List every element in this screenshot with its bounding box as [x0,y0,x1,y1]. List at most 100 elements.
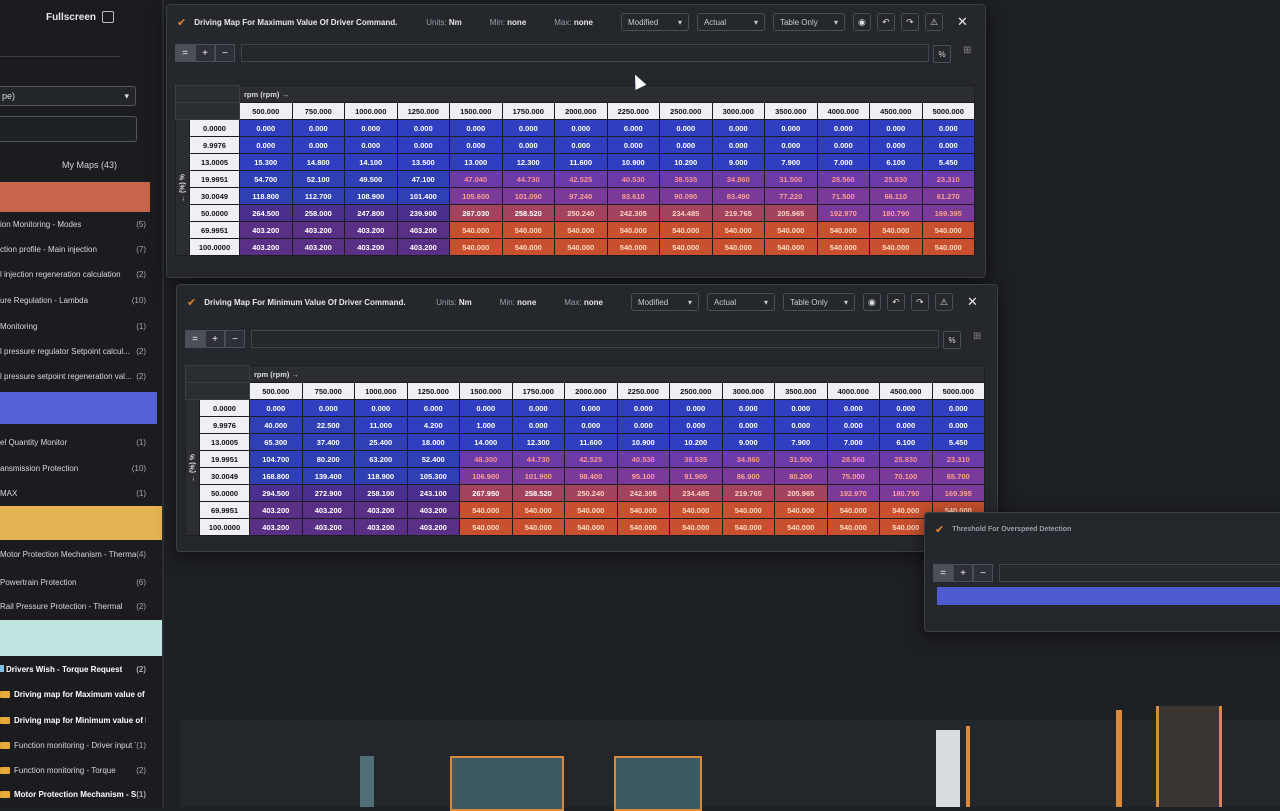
map-cell[interactable]: 250.240 [554,204,608,222]
map-cell[interactable]: 104.700 [249,450,303,468]
map-cell[interactable]: 540.000 [764,238,818,256]
map-cell[interactable]: 106.900 [459,467,513,485]
map-cell[interactable]: 7.000 [816,153,870,171]
equals-button[interactable]: = [933,564,953,582]
map-cell[interactable]: 0.000 [449,119,503,137]
map-cell[interactable]: 0.000 [921,119,975,137]
map-cell[interactable]: 540.000 [721,501,775,519]
map-cell[interactable]: 540.000 [711,238,765,256]
map-cell[interactable]: 63.200 [354,450,408,468]
map-cell[interactable]: 0.000 [344,119,398,137]
x-axis-header[interactable]: 500.000 [239,102,293,120]
sidebar-item[interactable]: ction profile - Main injection (7) [0,241,150,257]
map-cell[interactable]: 205.965 [764,204,818,222]
sidebar-item[interactable]: Powertrain Protection (6) [0,574,150,590]
map-cell[interactable]: 0.000 [249,399,303,417]
map-cell[interactable]: 0.000 [344,136,398,154]
grid-icon[interactable]: ⊞ [973,331,981,342]
map-cell[interactable]: 0.000 [301,399,355,417]
map-cell[interactable]: 0.000 [459,399,513,417]
map-cell[interactable]: 540.000 [449,238,503,256]
map-cell[interactable]: 44.730 [511,450,565,468]
map-cell[interactable]: 18.000 [406,433,460,451]
map-cell[interactable]: 258.000 [291,204,345,222]
map-cell[interactable]: 10.200 [669,433,723,451]
map-cell[interactable]: 118.800 [239,187,293,205]
formula-input[interactable] [999,564,1280,582]
plus-button[interactable]: + [953,564,973,582]
x-axis-header[interactable]: 4500.000 [879,382,933,400]
map-cell[interactable]: 112.700 [291,187,345,205]
map-cell[interactable]: 0.000 [659,119,713,137]
x-axis-header[interactable]: 2500.000 [669,382,723,400]
sidebar-item[interactable]: MAX (1) [0,485,150,501]
y-axis-header[interactable]: 50.0000 [189,204,240,222]
grid-icon[interactable]: ⊞ [963,45,971,56]
y-axis-header[interactable]: 69.9951 [189,221,240,239]
map-cell[interactable]: 540.000 [764,221,818,239]
map-cell[interactable]: 540.000 [616,501,670,519]
map-cell[interactable]: 10.900 [606,153,660,171]
map-cell[interactable]: 0.000 [406,399,460,417]
map-cell[interactable]: 540.000 [774,518,828,536]
map-cell[interactable]: 0.000 [554,136,608,154]
map-cell[interactable]: 540.000 [511,501,565,519]
map-cell[interactable]: 71.500 [816,187,870,205]
map-cell[interactable]: 540.000 [449,221,503,239]
map-cell[interactable]: 139.400 [301,467,355,485]
map-cell[interactable]: 540.000 [501,221,555,239]
map-cell[interactable]: 0.000 [511,399,565,417]
equals-button[interactable]: = [185,330,205,348]
map-cell[interactable]: 0.000 [564,399,618,417]
sidebar-item[interactable]: l pressure regulator Setpoint calcul...(… [0,343,150,359]
sidebar-item[interactable]: Driving map for Minimum value of Drive..… [0,712,150,728]
map-cell[interactable]: 403.200 [249,518,303,536]
x-axis-header[interactable]: 1750.000 [511,382,565,400]
info-icon[interactable]: ◉ [852,13,871,31]
formula-input[interactable] [251,330,939,348]
map-cell[interactable]: 0.000 [669,399,723,417]
y-axis-header[interactable]: 9.9976 [199,416,250,434]
map-cell[interactable]: 242.305 [606,204,660,222]
redo-icon[interactable]: ↷ [910,293,929,311]
warning-icon[interactable]: ⚠ [924,13,943,31]
map-cell[interactable]: 118.900 [354,467,408,485]
map-cell[interactable]: 80.200 [774,467,828,485]
x-axis-header[interactable]: 3500.000 [774,382,828,400]
map-cell[interactable]: 540.000 [554,221,608,239]
map-cell[interactable]: 540.000 [669,518,723,536]
map-cell[interactable]: 6.100 [879,433,933,451]
fullscreen-toggle[interactable]: Fullscreen [0,0,162,34]
map-cell[interactable]: 540.000 [659,238,713,256]
map-cell[interactable]: 0.000 [501,136,555,154]
y-axis-header[interactable]: 0.0000 [199,399,250,417]
map-cell[interactable]: 91.900 [669,467,723,485]
map-cell[interactable]: 23.310 [931,450,985,468]
sidebar-item[interactable]: Motor Protection Mechanism - Speed(1) [0,786,150,802]
map-cell[interactable]: 540.000 [659,221,713,239]
map-cell[interactable]: 40.530 [606,170,660,188]
map-cell[interactable]: 258.520 [511,484,565,502]
map-cell[interactable]: 540.000 [606,238,660,256]
map-cell[interactable]: 0.000 [511,416,565,434]
map-cell[interactable]: 403.200 [249,501,303,519]
map-cell[interactable]: 15.300 [239,153,293,171]
map-cell[interactable]: 95.100 [616,467,670,485]
info-icon[interactable]: ◉ [862,293,881,311]
map-cell[interactable]: 403.200 [239,238,293,256]
map-cell[interactable]: 540.000 [459,518,513,536]
map-cell[interactable]: 97.240 [554,187,608,205]
formula-input[interactable] [241,44,929,62]
map-cell[interactable]: 65.300 [249,433,303,451]
map-cell[interactable]: 0.000 [291,136,345,154]
x-axis-header[interactable]: 5000.000 [931,382,985,400]
map-cell[interactable]: 234.485 [669,484,723,502]
map-cell[interactable]: 540.000 [774,501,828,519]
x-axis-header[interactable]: 2000.000 [554,102,608,120]
map-cell[interactable]: 403.200 [354,501,408,519]
map-cell[interactable]: 0.000 [616,399,670,417]
map-cell[interactable]: 0.000 [606,136,660,154]
map-cell[interactable]: 14.800 [291,153,345,171]
y-axis-header[interactable]: 69.9951 [199,501,250,519]
map-cell[interactable]: 0.000 [869,119,923,137]
